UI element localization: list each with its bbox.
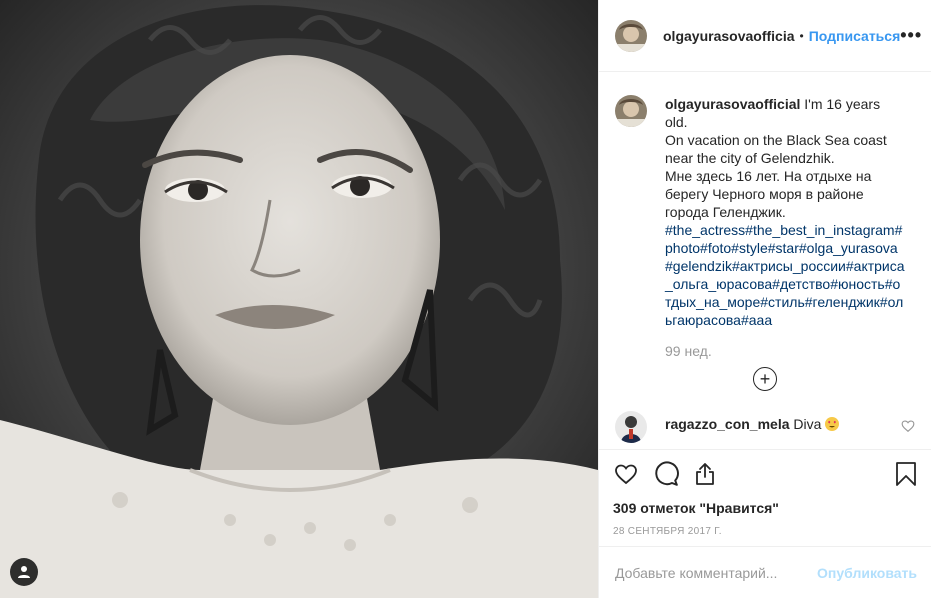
- post-photo[interactable]: [0, 0, 598, 598]
- author-avatar[interactable]: [615, 19, 647, 52]
- like-comment-heart-icon[interactable]: [901, 419, 915, 433]
- caption-line: Мне здесь 16 лет. На отдыхе на: [665, 168, 872, 184]
- post-actions: 309 отметок "Нравится" 28 СЕНТЯБРЯ 2017 …: [599, 449, 931, 549]
- comment-button[interactable]: [653, 461, 679, 487]
- user-icon: [18, 566, 30, 578]
- vintage-portrait-image: [0, 0, 598, 598]
- caption-hashtags[interactable]: #the_actress#the_best_in_instagram#photo…: [665, 222, 905, 328]
- like-button[interactable]: [613, 462, 639, 486]
- comment-input[interactable]: [615, 564, 818, 581]
- heart-icon: [615, 464, 637, 485]
- comment-text: ragazzo_con_mela Diva: [665, 411, 901, 433]
- caption-line: On vacation on the Black Sea coast: [665, 132, 887, 148]
- post-age[interactable]: 99 нед.: [665, 343, 915, 359]
- comment-item: ragazzo_con_mela Diva: [615, 411, 915, 443]
- action-icons: [613, 460, 917, 488]
- caption-username[interactable]: olgayurasovaofficial: [665, 96, 800, 112]
- post-modal: olgayurasovaofficia • Подписаться ••• ol…: [0, 0, 931, 598]
- share-upload-icon: [696, 463, 714, 485]
- caption: olgayurasovaofficial I'm 16 years old. O…: [615, 95, 915, 329]
- publish-button[interactable]: Опубликовать: [817, 565, 917, 581]
- heart-eyes-emoji-icon: [825, 417, 840, 431]
- avatar-image: [615, 19, 647, 52]
- add-comment-bar: Опубликовать: [599, 546, 931, 598]
- plus-circle-icon: +: [753, 367, 777, 391]
- caption-line: near the city of Gelendzhik.: [665, 150, 835, 166]
- separator-dot: •: [799, 28, 804, 43]
- commenter-username[interactable]: ragazzo_con_mela: [665, 416, 790, 432]
- avatar-image: [615, 95, 647, 127]
- bookmark-icon: [896, 462, 916, 486]
- load-more-comments[interactable]: +: [615, 367, 915, 391]
- share-button[interactable]: [693, 462, 717, 486]
- post-date: 28 СЕНТЯБРЯ 2017 Г.: [613, 526, 722, 537]
- avatar-image: [615, 411, 647, 443]
- comments-list[interactable]: olgayurasovaofficial I'm 16 years old. O…: [599, 73, 931, 449]
- more-options-button[interactable]: •••: [900, 25, 922, 46]
- caption-line: берегу Черного моря в районе: [665, 186, 864, 202]
- caption-text: olgayurasovaofficial I'm 16 years old. O…: [665, 95, 905, 329]
- caption-avatar[interactable]: [615, 95, 647, 127]
- comment-body: Diva: [793, 416, 822, 432]
- post-header: olgayurasovaofficia • Подписаться •••: [599, 0, 931, 72]
- author-username[interactable]: olgayurasovaofficia: [663, 28, 795, 44]
- caption-line: города Геленджик.: [665, 204, 786, 220]
- speech-bubble-icon: [655, 461, 679, 486]
- follow-button[interactable]: Подписаться: [809, 28, 901, 44]
- save-button[interactable]: [895, 461, 917, 487]
- likes-count[interactable]: 309 отметок "Нравится": [613, 500, 917, 516]
- commenter-avatar[interactable]: [615, 411, 647, 443]
- post-side-panel: olgayurasovaofficia • Подписаться ••• ol…: [598, 0, 931, 598]
- tagged-users-button[interactable]: [10, 558, 38, 586]
